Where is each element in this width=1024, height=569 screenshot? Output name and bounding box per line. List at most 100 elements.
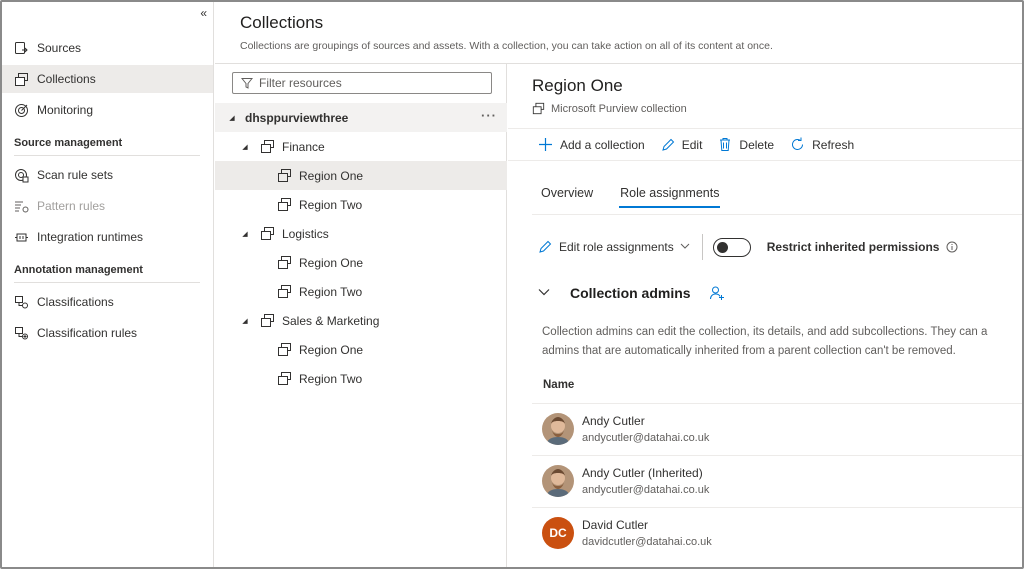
collection-title: Region One bbox=[532, 76, 623, 95]
refresh-label: Refresh bbox=[812, 137, 855, 152]
detail-tabs: Overview Role assignments bbox=[541, 186, 746, 208]
caret-down-icon[interactable]: ◢ bbox=[240, 317, 250, 325]
user-info: David Cutler davidcutler@datahai.co.uk bbox=[582, 518, 712, 548]
collection-icon bbox=[276, 197, 292, 213]
collection-tree-panel: ◢ dhsppurviewthree ··· ◢ Finance Region … bbox=[215, 64, 507, 567]
tree-item-root[interactable]: ◢ dhsppurviewthree ··· bbox=[215, 103, 507, 132]
nav-item-monitoring[interactable]: Monitoring bbox=[2, 96, 213, 124]
integration-runtimes-icon bbox=[13, 229, 29, 245]
tree-item-label: Sales & Marketing bbox=[282, 313, 380, 328]
collection-icon bbox=[276, 255, 292, 271]
tree-item-label: Region One bbox=[299, 342, 364, 357]
chevron-down-icon bbox=[680, 242, 690, 253]
tree-item-label: Region Two bbox=[299, 371, 363, 386]
tree-item-logistics-region-one[interactable]: Region One bbox=[215, 248, 507, 277]
user-name: Andy Cutler bbox=[582, 414, 645, 428]
column-header-name: Name bbox=[543, 379, 575, 391]
delete-label: Delete bbox=[739, 137, 775, 152]
filter-input[interactable] bbox=[259, 76, 479, 90]
caret-down-icon[interactable]: ◢ bbox=[240, 230, 250, 238]
command-bar: Add a collection Edit Delete Refresh bbox=[508, 128, 1022, 161]
collection-icon bbox=[276, 168, 292, 184]
tree-item-label: Logistics bbox=[282, 226, 329, 241]
delete-button[interactable]: Delete bbox=[718, 137, 774, 152]
nav-item-label: Integration runtimes bbox=[37, 230, 144, 244]
add-collection-label: Add a collection bbox=[560, 137, 645, 152]
section-title: Collection admins bbox=[570, 285, 691, 301]
tree-item-label: Region One bbox=[299, 168, 364, 183]
edit-role-assignments-label: Edit role assignments bbox=[559, 240, 674, 254]
collection-icon bbox=[259, 139, 275, 155]
nav-item-classification-rules[interactable]: Classification rules bbox=[2, 319, 213, 347]
avatar bbox=[542, 465, 574, 497]
role-actions: Edit role assignments Restrict inherited… bbox=[538, 234, 958, 260]
user-name: David Cutler bbox=[582, 518, 649, 532]
divider bbox=[14, 155, 200, 156]
scan-rule-sets-icon bbox=[13, 167, 29, 183]
add-user-icon[interactable] bbox=[709, 285, 725, 301]
nav-item-sources[interactable]: Sources bbox=[2, 34, 213, 62]
tab-overview[interactable]: Overview bbox=[541, 186, 593, 207]
restrict-inherited-toggle[interactable] bbox=[712, 237, 751, 257]
user-name: Andy Cutler (Inherited) bbox=[582, 466, 703, 480]
tree-item-finance-region-one[interactable]: Region One bbox=[215, 161, 507, 190]
collection-subtitle: Microsoft Purview collection bbox=[532, 102, 687, 115]
section-annotation-management: Annotation management bbox=[14, 264, 143, 276]
tree-item-sales-region-one[interactable]: Region One bbox=[215, 335, 507, 364]
description-line: admins that are automatically inherited … bbox=[542, 345, 956, 357]
monitoring-icon bbox=[13, 102, 29, 118]
section-source-management: Source management bbox=[14, 137, 123, 149]
refresh-button[interactable]: Refresh bbox=[790, 137, 854, 152]
tree-item-label: Region Two bbox=[299, 284, 363, 299]
nav-item-integration-runtimes[interactable]: Integration runtimes bbox=[2, 223, 213, 251]
collection-icon bbox=[276, 342, 292, 358]
nav-item-collections[interactable]: Collections bbox=[2, 65, 213, 93]
user-info: Andy Cutler (Inherited) andycutler@datah… bbox=[582, 466, 709, 496]
collection-icon bbox=[532, 102, 545, 115]
table-row[interactable]: DC David Cutler davidcutler@datahai.co.u… bbox=[542, 507, 1022, 559]
divider bbox=[532, 214, 1022, 215]
collections-icon bbox=[13, 71, 29, 87]
edit-role-assignments-button[interactable]: Edit role assignments bbox=[538, 240, 690, 254]
add-collection-button[interactable]: Add a collection bbox=[538, 137, 645, 152]
more-options-icon[interactable]: ··· bbox=[481, 108, 497, 123]
collection-detail-panel: Region One Microsoft Purview collection … bbox=[508, 64, 1022, 567]
tab-role-assignments[interactable]: Role assignments bbox=[619, 186, 721, 208]
collapse-nav-icon[interactable]: « bbox=[200, 6, 207, 20]
table-row[interactable]: Andy Cutler (Inherited) andycutler@datah… bbox=[542, 455, 1022, 507]
tree-item-finance-region-two[interactable]: Region Two bbox=[215, 190, 507, 219]
tree-item-label: dhsppurviewthree bbox=[245, 110, 349, 125]
info-icon[interactable] bbox=[946, 241, 958, 253]
section-description: Collection admins can edit the collectio… bbox=[542, 323, 1022, 361]
plus-icon bbox=[538, 137, 553, 152]
tree-item-sales-marketing[interactable]: ◢ Sales & Marketing bbox=[215, 306, 507, 335]
tree-item-logistics-region-two[interactable]: Region Two bbox=[215, 277, 507, 306]
trash-icon bbox=[718, 137, 732, 152]
tree-item-finance[interactable]: ◢ Finance bbox=[215, 132, 507, 161]
collection-type-label: Microsoft Purview collection bbox=[551, 102, 687, 115]
toggle-knob bbox=[716, 241, 728, 253]
nav-item-pattern-rules[interactable]: Pattern rules bbox=[2, 192, 213, 220]
nav-item-scan-rule-sets[interactable]: Scan rule sets bbox=[2, 161, 213, 189]
table-row[interactable]: Andy Cutler andycutler@datahai.co.uk bbox=[542, 403, 1022, 455]
caret-down-icon[interactable]: ◢ bbox=[240, 143, 250, 151]
pencil-icon bbox=[538, 240, 552, 254]
nav-item-label: Classification rules bbox=[37, 326, 138, 340]
chevron-down-icon[interactable] bbox=[538, 287, 550, 299]
pencil-icon bbox=[661, 138, 675, 152]
page-subtitle: Collections are groupings of sources and… bbox=[240, 40, 773, 52]
edit-label: Edit bbox=[681, 137, 703, 152]
tree-item-sales-region-two[interactable]: Region Two bbox=[215, 364, 507, 393]
avatar bbox=[542, 413, 574, 445]
caret-down-icon[interactable]: ◢ bbox=[227, 114, 237, 122]
nav-item-label: Monitoring bbox=[37, 103, 94, 117]
tree-item-label: Region Two bbox=[299, 197, 363, 212]
avatar: DC bbox=[542, 517, 574, 549]
divider bbox=[701, 234, 703, 260]
nav-item-classifications[interactable]: Classifications bbox=[2, 288, 213, 316]
refresh-icon bbox=[790, 137, 805, 152]
tree-item-logistics[interactable]: ◢ Logistics bbox=[215, 219, 507, 248]
page-title: Collections bbox=[240, 13, 324, 32]
edit-button[interactable]: Edit bbox=[661, 137, 703, 152]
user-email: andycutler@datahai.co.uk bbox=[582, 484, 710, 496]
